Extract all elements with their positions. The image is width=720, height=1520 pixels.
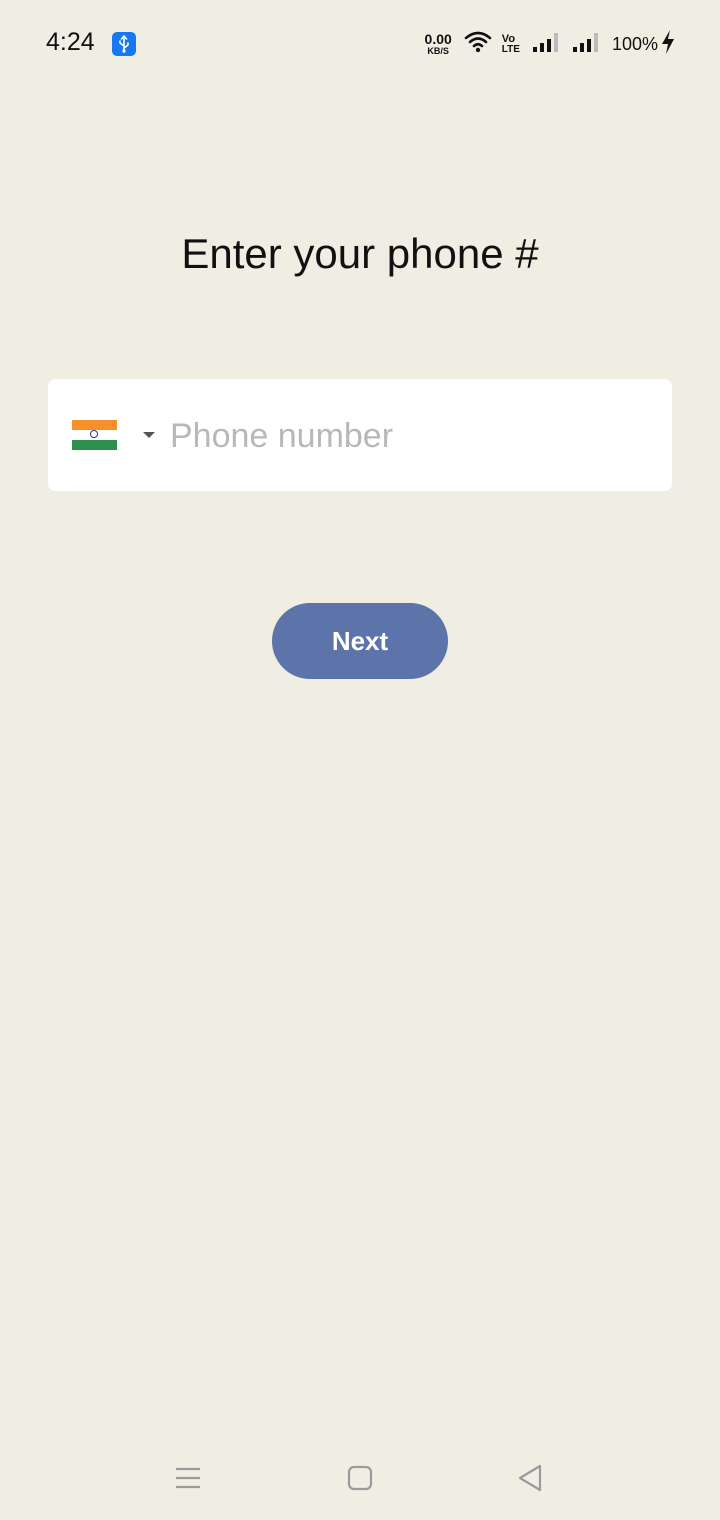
wifi-icon (464, 30, 492, 59)
country-code-selector[interactable] (72, 419, 155, 451)
signal-icon (572, 31, 600, 58)
status-bar: 4:24 0.00 KB/S Vo LTE 100% (0, 0, 720, 88)
signal-icon (532, 31, 560, 58)
net-speed-unit: KB/S (427, 46, 449, 56)
status-icons: 0.00 KB/S Vo LTE 100% (425, 29, 676, 60)
home-square-icon (347, 1465, 373, 1491)
home-button[interactable] (336, 1458, 384, 1498)
recent-apps-button[interactable] (164, 1458, 212, 1498)
volte-indicator: Vo LTE (501, 32, 520, 55)
phone-input-container (48, 379, 672, 491)
volte-bottom: LTE (501, 43, 520, 55)
phone-number-input[interactable] (170, 409, 650, 463)
usb-icon (112, 32, 136, 56)
back-triangle-icon (518, 1464, 542, 1492)
menu-icon (176, 1467, 200, 1489)
net-speed: 0.00 KB/S (425, 32, 452, 56)
chevron-down-icon (143, 432, 155, 438)
india-flag-icon (72, 420, 117, 450)
next-button[interactable]: Next (272, 603, 448, 679)
charging-bolt-icon (660, 29, 676, 60)
volte-top: Vo (501, 32, 516, 45)
navigation-bar (0, 1440, 720, 1520)
status-time: 4:24 (46, 28, 95, 56)
back-button[interactable] (506, 1458, 554, 1498)
page-title: Enter your phone # (181, 230, 539, 277)
net-speed-value: 0.00 (424, 31, 452, 47)
battery-percentage: 100% (611, 33, 658, 54)
